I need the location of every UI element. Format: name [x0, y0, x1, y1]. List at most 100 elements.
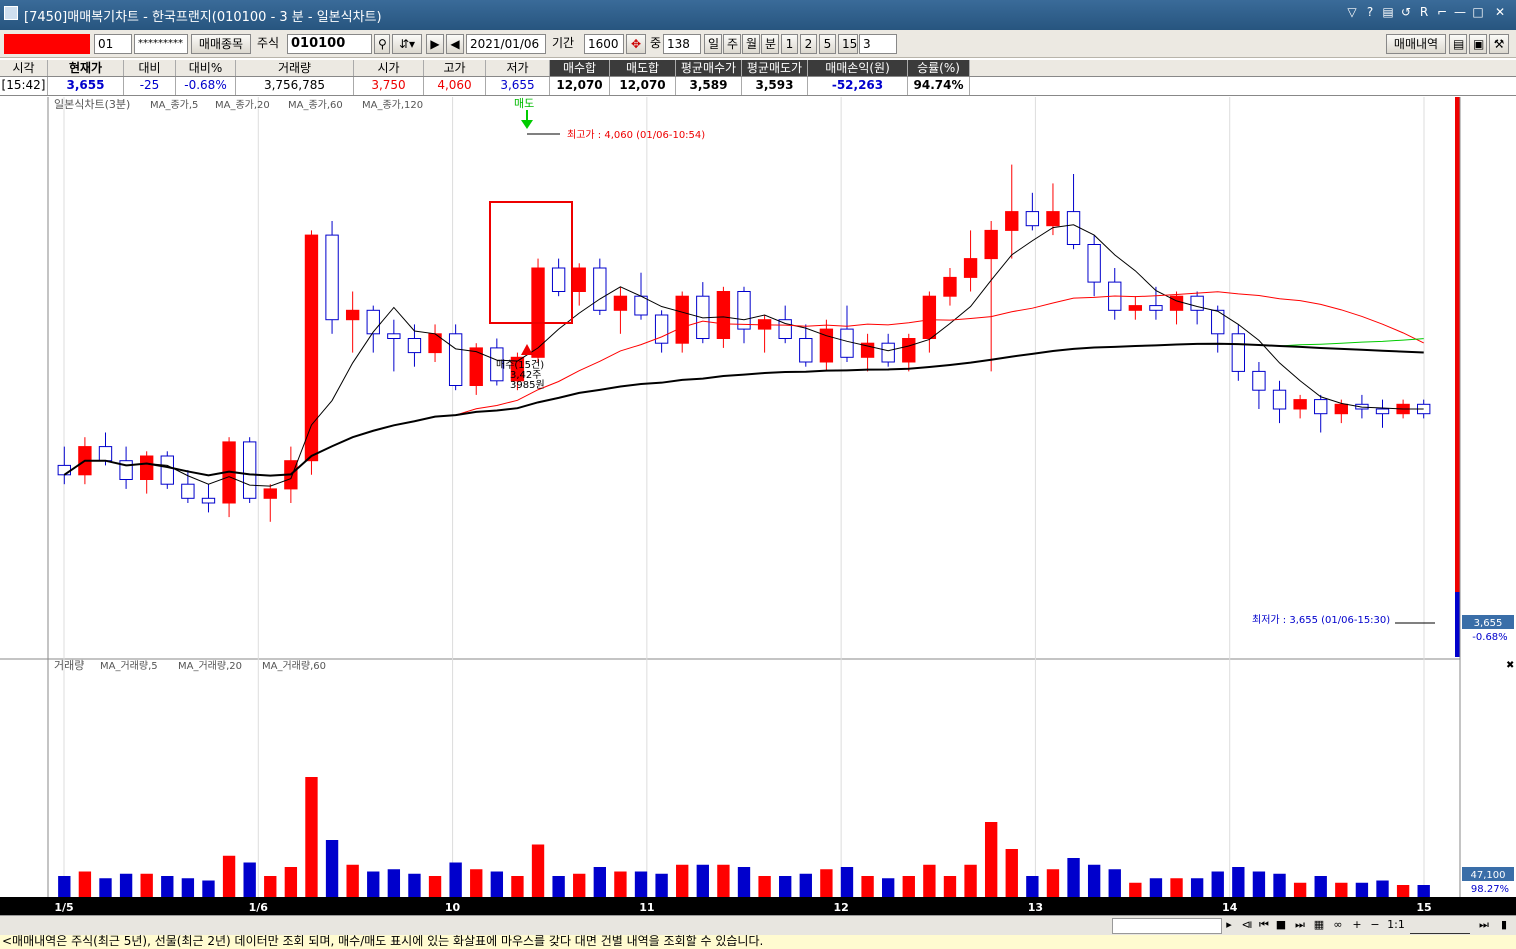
search-icon[interactable]: ⚲ — [374, 34, 390, 54]
toolbar: 01 ********* 매매종목 주식 010100 ⚲ ⇵▾ ▶ ◀ 202… — [0, 30, 1516, 58]
candle-body — [840, 328, 854, 358]
account-redacted[interactable] — [4, 34, 90, 54]
volume-bar — [387, 869, 401, 897]
candle-body — [345, 309, 360, 321]
period-month[interactable]: 월 — [742, 34, 760, 54]
buy-note-3: 3985원 — [510, 379, 545, 391]
candle-body — [737, 291, 751, 330]
info-value-cell: 3,589 — [676, 77, 742, 95]
period-5[interactable]: 5 — [819, 34, 836, 54]
candle-body — [325, 234, 339, 321]
period-week[interactable]: 주 — [723, 34, 741, 54]
candle-body — [201, 497, 216, 504]
volume-bar — [593, 867, 606, 897]
password-field[interactable]: ********* — [134, 34, 188, 54]
account-no-select[interactable]: 01 — [94, 34, 132, 54]
volume-bar — [1108, 869, 1121, 897]
rewind-icon[interactable]: ⏮ — [1256, 918, 1272, 934]
info-header-cell: 현재가 — [48, 60, 124, 76]
stop-icon[interactable]: ■ — [1274, 918, 1288, 934]
volume-bar — [1026, 876, 1039, 897]
volume-bar — [58, 876, 71, 897]
period-minute[interactable]: 분 — [761, 34, 779, 54]
volume-bar — [1273, 873, 1286, 897]
chart-type-icon[interactable]: ∞ — [1330, 918, 1346, 934]
volume-bar — [1211, 871, 1224, 897]
scroll-track[interactable] — [1112, 918, 1222, 934]
end-icon[interactable]: ⏭ — [1476, 918, 1492, 934]
volume-bar — [634, 871, 648, 897]
candle-body — [634, 295, 648, 316]
crosshair-icon[interactable]: ✥ — [626, 34, 646, 54]
save-icon[interactable]: ▣ — [1469, 34, 1487, 54]
interval-select[interactable]: 3 — [859, 34, 897, 54]
pin-icon[interactable]: ⌐ — [1436, 5, 1448, 19]
help-icon[interactable]: ? — [1364, 5, 1376, 19]
r-icon[interactable]: R — [1418, 5, 1430, 19]
volume-bar — [325, 840, 339, 897]
count-input[interactable]: 138 — [663, 34, 701, 54]
stock-code-input[interactable]: 010100 — [287, 34, 372, 54]
volume-bar — [1149, 878, 1163, 897]
refresh-icon[interactable]: ↺ — [1400, 5, 1412, 19]
period-input[interactable]: 1600 — [584, 34, 624, 54]
period-2[interactable]: 2 — [800, 34, 817, 54]
menu-icon[interactable]: ▤ — [1382, 5, 1394, 19]
settings-icon[interactable]: ⚒ — [1489, 34, 1509, 54]
info-value-cell: 94.74% — [908, 77, 970, 95]
period-15[interactable]: 15 — [838, 34, 858, 54]
volume-bar — [490, 871, 504, 897]
maximize-icon[interactable]: □ — [1472, 5, 1484, 19]
volume-bar — [428, 876, 442, 897]
info-values: [15:42] 3,655 -25 -0.68% 3,756,785 3,750 4,060… — [0, 77, 1516, 96]
zoom-out-icon[interactable]: − — [1368, 918, 1382, 934]
period-day[interactable]: 일 — [704, 34, 722, 54]
price-legend: 일본식차트(3분) — [54, 97, 130, 111]
prev-icon[interactable]: ◀ — [446, 34, 464, 54]
vol-ma20-legend: MA_거래량,20 — [178, 660, 242, 672]
volume-bar — [573, 873, 586, 897]
sell-marker[interactable]: 매도 — [514, 97, 534, 110]
info-header-cell: 시각 — [0, 60, 48, 76]
candle-body — [140, 455, 154, 480]
volume-bar — [1190, 878, 1204, 897]
zoom-in-icon[interactable]: + — [1350, 918, 1364, 934]
forward-icon[interactable]: ⏭ — [1292, 918, 1308, 934]
ma120-legend: MA_종가,120 — [362, 99, 423, 111]
candle-body — [1252, 370, 1266, 391]
export-icon[interactable]: ▤ — [1449, 34, 1467, 54]
volume-bar — [408, 873, 421, 897]
minimize-icon[interactable]: — — [1454, 5, 1466, 19]
trade-item-button[interactable]: 매매종목 — [191, 34, 251, 54]
period-1[interactable]: 1 — [781, 34, 798, 54]
link-icon[interactable]: ▽ — [1346, 5, 1358, 19]
volume-bar — [758, 876, 771, 897]
last-icon[interactable]: ▮ — [1496, 918, 1512, 934]
trade-history-button[interactable]: 매매내역 — [1386, 34, 1446, 54]
volume-bar — [449, 862, 462, 897]
first-icon[interactable]: ⧏ — [1240, 918, 1254, 934]
scroll-right-icon[interactable]: ▸ — [1222, 918, 1236, 934]
x-axis-label: 13 — [1028, 901, 1043, 914]
close-icon[interactable]: ✕ — [1490, 5, 1510, 19]
zoom-slider[interactable] — [1410, 918, 1470, 934]
x-axis-label: 11 — [639, 901, 654, 914]
volume-bar — [1005, 849, 1018, 897]
window-controls: ▽ ? ▤ ↺ R ⌐ — □ ✕ — [1346, 5, 1510, 19]
ma60-legend: MA_종가,60 — [288, 99, 343, 111]
grid-icon[interactable]: ▦ — [1310, 918, 1328, 934]
candle-body — [1025, 211, 1040, 227]
volume-bar — [676, 864, 689, 897]
candle-body — [778, 319, 792, 339]
candle-body — [57, 464, 71, 476]
candle-body — [716, 291, 731, 339]
close-panel-icon[interactable]: ✖ — [1506, 660, 1514, 671]
price-volume-chart[interactable]: 일본식차트(3분) MA_종가,5 MA_종가,20 MA_종가,60 MA_종… — [0, 97, 1516, 915]
next-icon[interactable]: ▶ — [426, 34, 444, 54]
volume-bar — [346, 864, 359, 897]
sort-icon[interactable]: ⇵▾ — [392, 34, 422, 54]
candle-body — [1272, 389, 1287, 410]
volume-bar — [161, 876, 174, 897]
date-input[interactable]: 2021/01/06 — [466, 34, 546, 54]
info-header-cell: 매매손익(원) — [808, 60, 908, 76]
